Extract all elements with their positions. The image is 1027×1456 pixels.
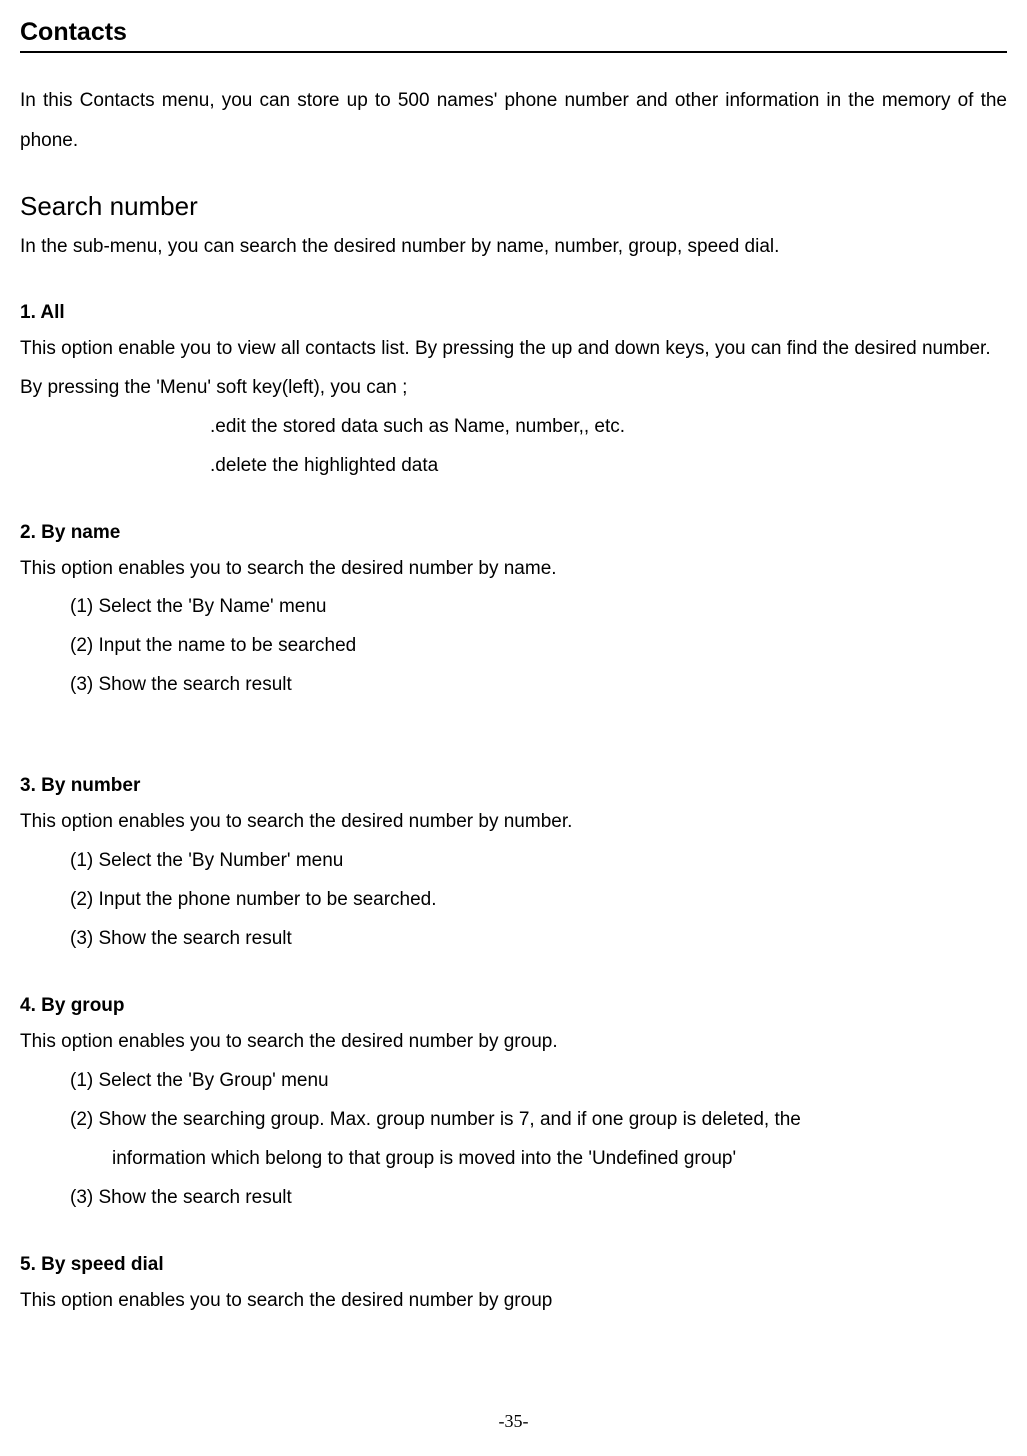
intro-paragraph: In this Contacts menu, you can store up …	[20, 81, 1007, 161]
section-all-p2: By pressing the 'Menu' soft key(left), y…	[20, 369, 1007, 408]
page-title: Contacts	[20, 18, 1007, 53]
section-by-number-p1: This option enables you to search the de…	[20, 803, 1007, 842]
section-by-number-step2: (2) Input the phone number to be searche…	[20, 881, 1007, 920]
section-by-name-step3: (3) Show the search result	[20, 666, 1007, 705]
section-by-name-step2: (2) Input the name to be searched	[20, 627, 1007, 666]
section-by-name-heading: 2. By name	[20, 522, 1007, 544]
page-number: -35-	[0, 1411, 1027, 1432]
section-by-name-p1: This option enables you to search the de…	[20, 550, 1007, 589]
section-all-heading: 1. All	[20, 302, 1007, 324]
section-by-group-step1: (1) Select the 'By Group' menu	[20, 1062, 1007, 1101]
section-by-number: 3. By number This option enables you to …	[20, 775, 1007, 959]
section-by-group-step3: (3) Show the search result	[20, 1179, 1007, 1218]
section-by-group-p1: This option enables you to search the de…	[20, 1023, 1007, 1062]
section-by-speed-dial-p1: This option enables you to search the de…	[20, 1282, 1007, 1321]
section-all-bullet-edit: .edit the stored data such as Name, numb…	[20, 408, 1007, 447]
section-by-group-step2b: information which belong to that group i…	[20, 1140, 1007, 1179]
section-by-number-step3: (3) Show the search result	[20, 920, 1007, 959]
section-by-number-step1: (1) Select the 'By Number' menu	[20, 842, 1007, 881]
section-by-name-step1: (1) Select the 'By Name' menu	[20, 588, 1007, 627]
search-number-intro: In the sub-menu, you can search the desi…	[20, 228, 1007, 266]
section-by-group: 4. By group This option enables you to s…	[20, 995, 1007, 1218]
section-all-p1: This option enable you to view all conta…	[20, 330, 1007, 369]
section-all-bullet-delete: .delete the highlighted data	[20, 447, 1007, 486]
section-by-name: 2. By name This option enables you to se…	[20, 522, 1007, 706]
section-by-speed-dial: 5. By speed dial This option enables you…	[20, 1254, 1007, 1321]
section-by-group-step2a: (2) Show the searching group. Max. group…	[20, 1101, 1007, 1140]
section-by-group-heading: 4. By group	[20, 995, 1007, 1017]
search-number-heading: Search number	[20, 191, 1007, 222]
section-by-number-heading: 3. By number	[20, 775, 1007, 797]
section-by-speed-dial-heading: 5. By speed dial	[20, 1254, 1007, 1276]
section-all: 1. All This option enable you to view al…	[20, 302, 1007, 486]
